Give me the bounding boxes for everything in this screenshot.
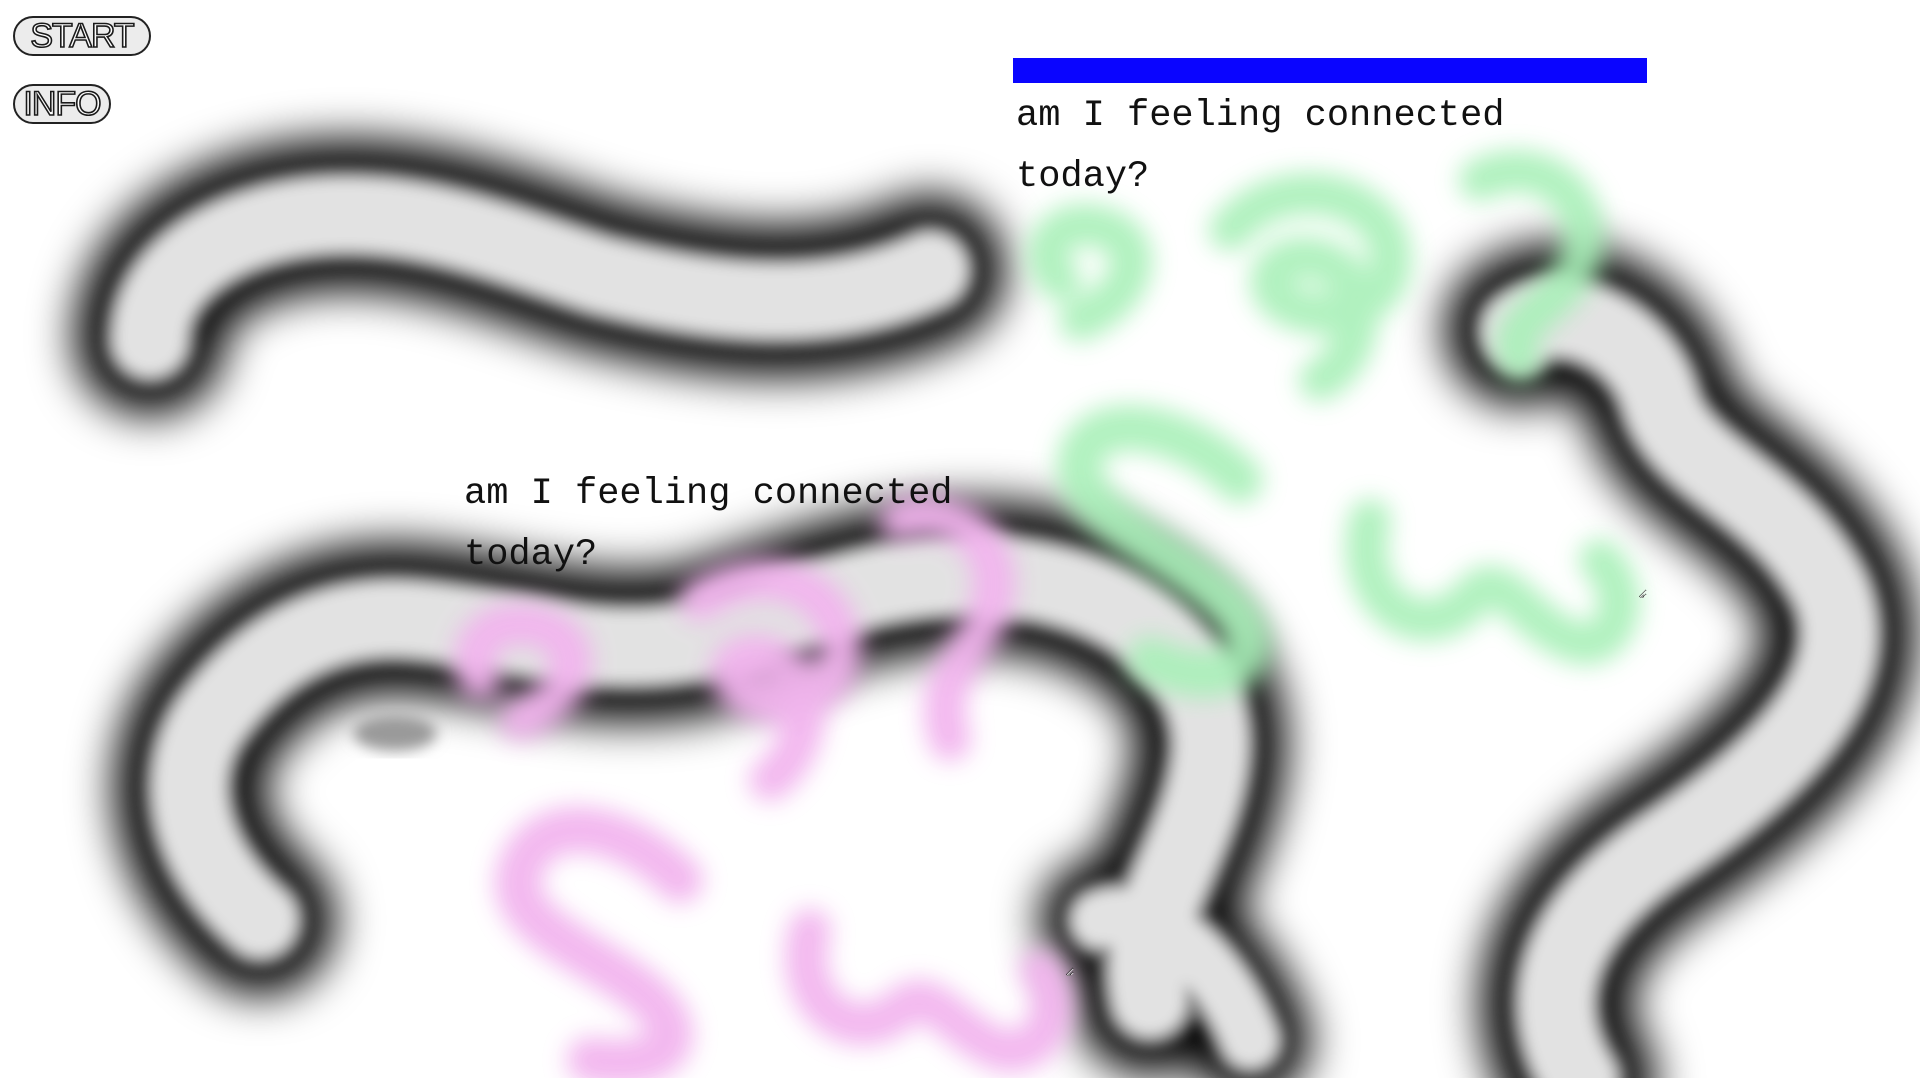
pink-note-text: am I feeling connected today?: [464, 473, 953, 576]
green-note-textarea[interactable]: am I feeling connected today?: [1013, 58, 1647, 598]
info-button-label: INFO: [23, 85, 103, 123]
info-button[interactable]: INFO: [13, 84, 111, 124]
pink-note-textarea[interactable]: am I feeling connected today?: [462, 464, 1074, 976]
canvas-stage: START INFO am I feeling connected today?…: [0, 0, 1920, 1080]
resize-handle-icon[interactable]: [1634, 585, 1644, 595]
start-button[interactable]: START: [13, 16, 151, 56]
resize-handle-icon[interactable]: [1061, 963, 1071, 973]
start-button-label: START: [30, 17, 136, 55]
green-note-text: am I feeling connected today?: [1016, 95, 1505, 198]
note-header-bar[interactable]: [1013, 58, 1647, 83]
